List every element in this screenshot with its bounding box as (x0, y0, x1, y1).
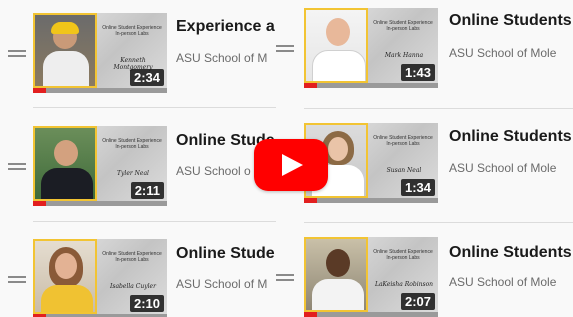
presenter-photo (33, 13, 97, 88)
video-thumbnail[interactable]: Online Student Experience In-person Labs… (33, 13, 167, 93)
video-title[interactable]: Online Students (449, 128, 573, 146)
watch-progress-bar (33, 88, 167, 93)
playlist-panel: Online Student Experience In-person Labs… (0, 0, 573, 317)
playlist-item[interactable]: Online Student Experience In-person Labs… (276, 6, 573, 98)
presenter-signature: Susan Neal (386, 167, 422, 174)
video-title[interactable]: Online Students (449, 12, 573, 30)
promo-title: Online Student Experience In-person Labs (102, 138, 162, 150)
playlist-item[interactable]: Online Student Experience In-person Labs… (0, 123, 276, 215)
presenter-photo (33, 239, 97, 314)
watch-progress-bar (304, 312, 438, 317)
youtube-play-button[interactable] (254, 139, 328, 191)
watch-progress-fill (304, 312, 318, 317)
watch-progress-bar (33, 201, 167, 206)
playlist-item[interactable]: Online Student Experience In-person Labs… (0, 10, 276, 102)
presenter-signature: Isabella Cuyler (110, 283, 156, 290)
presenter-photo (304, 237, 368, 312)
drag-handle-icon[interactable] (276, 42, 294, 54)
playlist-item[interactable]: Online Student Experience In-person Labs… (0, 236, 276, 317)
divider (33, 221, 276, 222)
playlist-column-left: Online Student Experience In-person Labs… (0, 0, 276, 317)
watch-progress-bar (304, 198, 438, 203)
presenter-signature: Mark Hanna (384, 52, 424, 59)
channel-name[interactable]: ASU School of M (176, 51, 276, 65)
presenter-signature: Tyler Neal (117, 170, 149, 177)
promo-title: Online Student Experience In-person Labs (102, 251, 162, 263)
youtube-play-icon (282, 154, 303, 176)
watch-progress-fill (33, 201, 47, 206)
drag-handle-icon[interactable] (8, 160, 26, 172)
drag-handle-icon[interactable] (8, 273, 26, 285)
drag-handle-icon[interactable] (276, 271, 294, 283)
watch-progress-fill (304, 198, 318, 203)
promo-title: Online Student Experience In-person Labs (373, 249, 433, 261)
video-thumbnail[interactable]: Online Student Experience In-person Labs… (304, 237, 438, 317)
video-title[interactable]: Online Students (449, 244, 573, 262)
video-title[interactable]: Experience a (176, 18, 276, 36)
video-duration: 1:34 (400, 179, 435, 196)
video-duration: 2:07 (400, 293, 435, 310)
promo-title: Online Student Experience In-person Labs (102, 25, 162, 37)
promo-title: Online Student Experience In-person Labs (373, 135, 433, 147)
playlist-item[interactable]: Online Student Experience In-person Labs… (276, 235, 573, 317)
channel-name[interactable]: ASU School of Mole (449, 275, 573, 289)
divider (304, 108, 573, 109)
divider (304, 222, 573, 223)
channel-name[interactable]: ASU School of Mole (449, 46, 573, 60)
presenter-photo (33, 126, 97, 201)
promo-title: Online Student Experience In-person Labs (373, 20, 433, 32)
watch-progress-fill (304, 83, 318, 88)
channel-name[interactable]: ASU School of Mole (449, 161, 573, 175)
drag-handle-icon[interactable] (8, 47, 26, 59)
presenter-signature: LaKeisha Robinson (374, 281, 434, 288)
video-duration: 2:11 (130, 182, 164, 199)
video-duration: 2:34 (129, 69, 164, 86)
video-thumbnail[interactable]: Online Student Experience In-person Labs… (304, 8, 438, 88)
video-duration: 1:43 (400, 64, 435, 81)
divider (33, 107, 276, 108)
channel-name[interactable]: ASU School of M (176, 277, 276, 291)
watch-progress-fill (33, 88, 47, 93)
video-title[interactable]: Online Stude (176, 245, 276, 263)
presenter-photo (304, 8, 368, 83)
video-thumbnail[interactable]: Online Student Experience In-person Labs… (33, 126, 167, 206)
watch-progress-bar (304, 83, 438, 88)
video-duration: 2:10 (129, 295, 164, 312)
video-thumbnail[interactable]: Online Student Experience In-person Labs… (33, 239, 167, 317)
